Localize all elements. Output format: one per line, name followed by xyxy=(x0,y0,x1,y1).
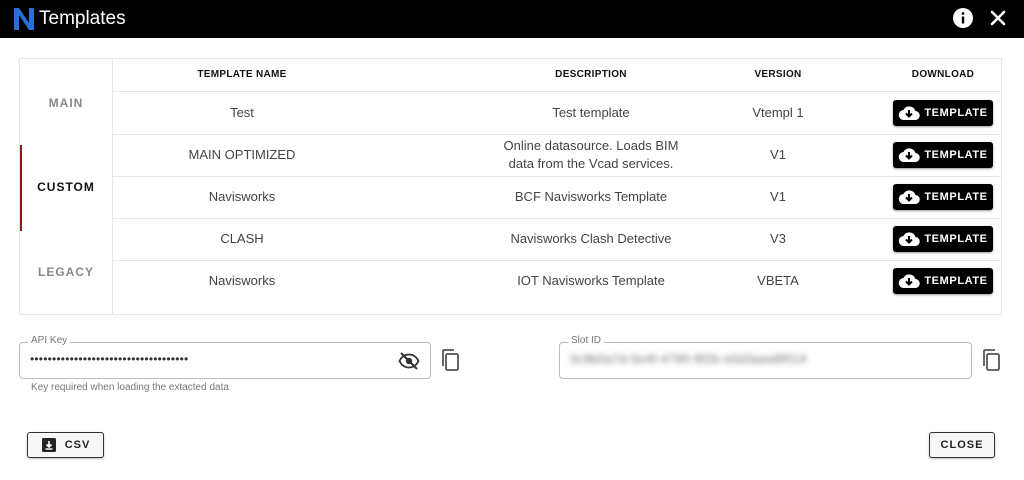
download-button-label: TEMPLATE xyxy=(924,233,988,245)
close-icon[interactable] xyxy=(988,8,1008,28)
cloud-download-icon xyxy=(899,274,921,289)
cloud-download-icon xyxy=(899,148,921,163)
app-logo xyxy=(14,8,34,30)
table-row: Test Test template Vtempl 1 TEMPLATE xyxy=(113,92,1002,135)
download-cell: TEMPLATE xyxy=(893,218,993,260)
table-row: MAIN OPTIMIZED Online datasource. Loads … xyxy=(113,134,1002,177)
version-cell: VBETA xyxy=(757,273,799,288)
download-button-label: TEMPLATE xyxy=(924,275,988,287)
sidebar-nav: MAIN CUSTOM LEGACY xyxy=(20,59,113,314)
sidebar-item-main[interactable]: MAIN xyxy=(20,96,112,110)
copy-icon[interactable] xyxy=(981,348,1001,372)
eye-off-icon[interactable] xyxy=(398,351,420,371)
template-name-cell: CLASH xyxy=(220,231,264,246)
template-name-cell: MAIN OPTIMIZED xyxy=(188,147,296,162)
template-name-cell: Navisworks xyxy=(208,273,276,288)
info-icon[interactable] xyxy=(952,7,974,29)
table-header: TEMPLATE NAME DESCRIPTION VERSION DOWNLO… xyxy=(113,59,1002,92)
cloud-download-icon xyxy=(899,190,921,205)
sidebar-item-legacy[interactable]: LEGACY xyxy=(20,265,112,279)
table-row: Navisworks BCF Navisworks Template V1 TE… xyxy=(113,176,1002,219)
download-template-button[interactable]: TEMPLATE xyxy=(893,100,993,126)
csv-export-button[interactable]: CSV xyxy=(27,432,104,458)
api-key-hint: Key required when loading the extacted d… xyxy=(31,382,229,393)
download-button-label: TEMPLATE xyxy=(924,191,988,203)
api-key-input[interactable]: •••••••••••••••••••••••••••••••••••• xyxy=(30,352,188,366)
column-header-version[interactable]: VERSION xyxy=(733,69,823,80)
sidebar-item-custom[interactable]: CUSTOM xyxy=(20,180,112,194)
column-header-template-name[interactable]: TEMPLATE NAME xyxy=(113,69,371,80)
download-cell: TEMPLATE xyxy=(893,134,993,176)
download-box-icon xyxy=(41,438,56,452)
download-cell: TEMPLATE xyxy=(893,176,993,218)
slot-id-field[interactable]: Slot ID 3c9b0a7d-5e4f-4790-9f2b-e0d3aea8… xyxy=(559,335,972,379)
download-cell: TEMPLATE xyxy=(893,260,993,302)
download-template-button[interactable]: TEMPLATE xyxy=(893,226,993,252)
download-template-button[interactable]: TEMPLATE xyxy=(893,142,993,168)
api-key-field[interactable]: API Key ••••••••••••••••••••••••••••••••… xyxy=(19,335,431,379)
cloud-download-icon xyxy=(899,106,921,121)
template-name-cell: Test xyxy=(230,105,254,120)
copy-icon[interactable] xyxy=(440,348,460,372)
column-header-download: DOWNLOAD xyxy=(911,69,975,80)
download-button-label: TEMPLATE xyxy=(924,149,988,161)
download-template-button[interactable]: TEMPLATE xyxy=(893,268,993,294)
template-name-cell: Navisworks xyxy=(208,189,276,204)
close-button[interactable]: CLOSE xyxy=(929,432,995,458)
templates-panel: MAIN CUSTOM LEGACY TEMPLATE NAME DESCRIP… xyxy=(19,58,1002,315)
window-title: Templates xyxy=(39,8,126,29)
table-row: CLASH Navisworks Clash Detective V3 TEMP… xyxy=(113,218,1002,261)
api-key-label: API Key xyxy=(28,335,71,346)
version-cell: Vtempl 1 xyxy=(752,105,804,120)
table-row: Navisworks IOT Navisworks Template VBETA… xyxy=(113,260,1002,302)
cloud-download-icon xyxy=(899,232,921,247)
download-template-button[interactable]: TEMPLATE xyxy=(893,184,993,210)
version-cell: V1 xyxy=(770,189,786,204)
download-button-label: TEMPLATE xyxy=(924,107,988,119)
version-cell: V1 xyxy=(770,147,786,162)
slot-id-input[interactable]: 3c9b0a7d-5e4f-4790-9f2b-e0d3aea8f014 xyxy=(570,352,807,366)
title-bar: Templates xyxy=(0,0,1024,38)
download-cell: TEMPLATE xyxy=(893,92,993,134)
slot-id-label: Slot ID xyxy=(568,335,605,346)
version-cell: V3 xyxy=(770,231,786,246)
csv-button-label: CSV xyxy=(64,439,91,451)
